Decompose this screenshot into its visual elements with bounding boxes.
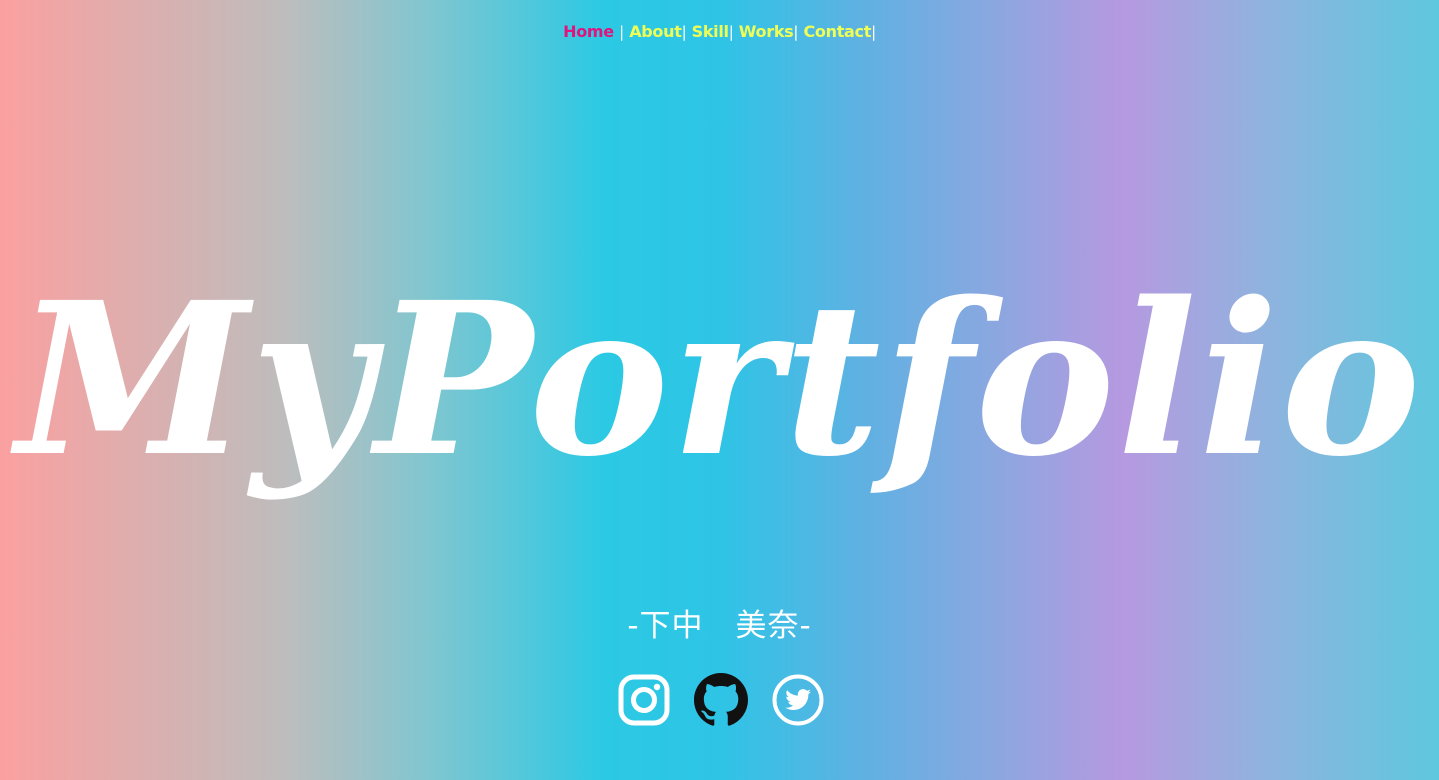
nav-separator: | xyxy=(871,23,876,41)
nav-separator: | xyxy=(728,23,734,41)
nav-separator: | xyxy=(619,23,624,41)
instagram-link[interactable] xyxy=(617,673,671,727)
hero-title: MyPortfolio xyxy=(16,256,1423,503)
instagram-icon xyxy=(618,674,670,726)
twitter-link[interactable] xyxy=(771,673,825,727)
nav-separator: | xyxy=(793,23,799,41)
nav-contact-link[interactable]: Contact xyxy=(803,22,871,41)
nav-skill-link[interactable]: Skill xyxy=(692,22,729,41)
nav-separator: | xyxy=(681,23,687,41)
main-nav: Home | About| Skill| Works| Contact| xyxy=(0,22,1439,41)
github-icon xyxy=(694,673,748,726)
author-name: -下中 美奈- xyxy=(627,608,812,644)
nav-home-link[interactable]: Home xyxy=(563,22,614,41)
nav-works-link[interactable]: Works xyxy=(739,22,794,41)
github-link[interactable] xyxy=(694,673,748,727)
social-links xyxy=(617,673,827,727)
twitter-icon xyxy=(772,674,824,726)
nav-about-link[interactable]: About xyxy=(629,22,682,41)
